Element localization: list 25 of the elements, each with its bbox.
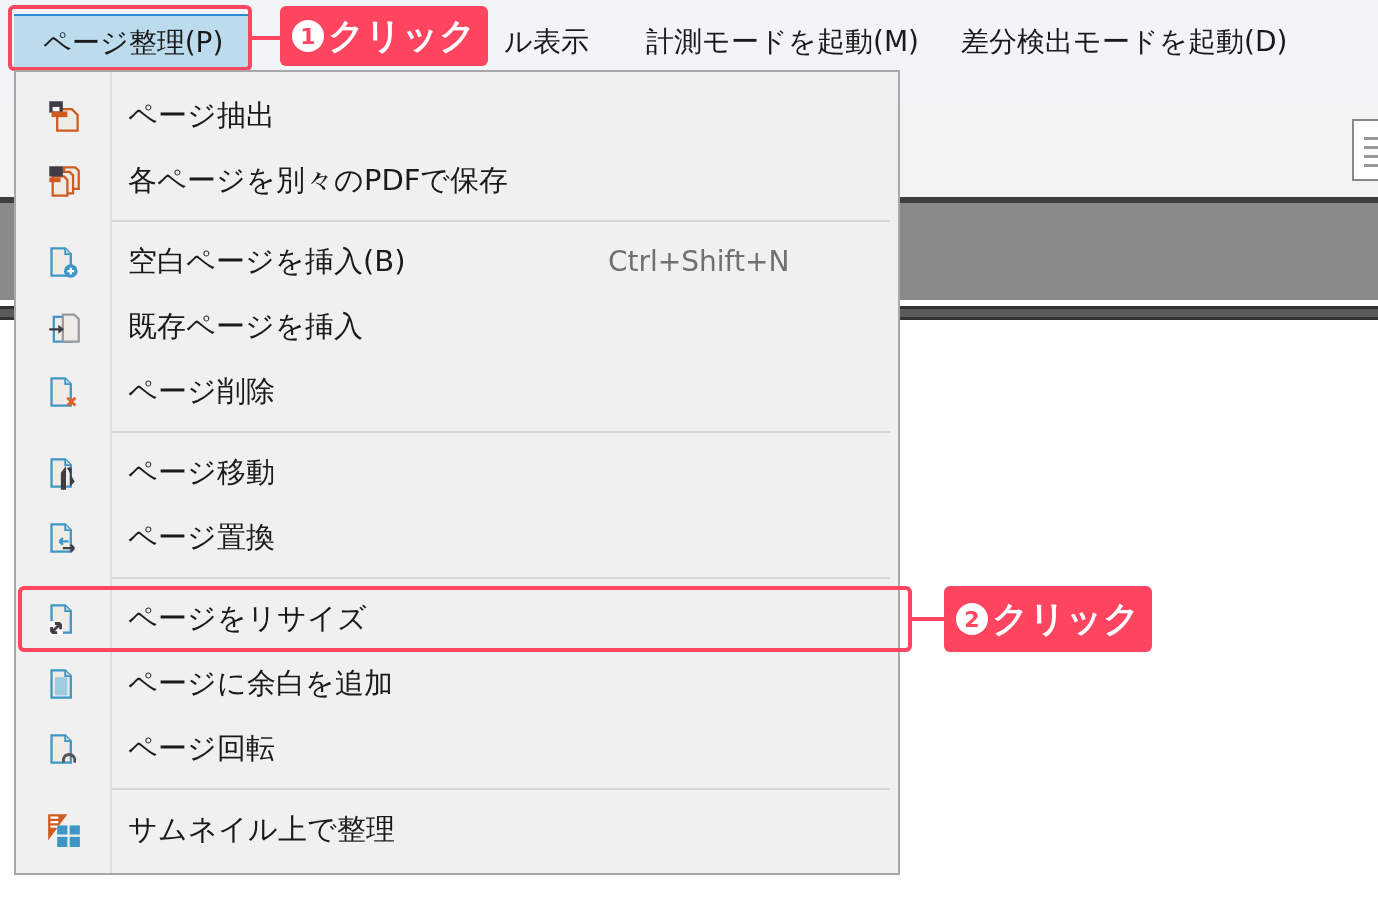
menu-item[interactable]: ページ移動 xyxy=(16,440,898,505)
step-number-badge: 2 xyxy=(956,603,988,635)
menu-bar-item[interactable]: 差分検出モードを起動(D) xyxy=(961,14,1288,70)
menu-item[interactable]: ページ抽出 xyxy=(16,83,898,148)
menu-item[interactable]: ページ回転 xyxy=(16,716,898,781)
menu-item[interactable]: 既存ページを挿入 xyxy=(16,294,898,359)
menu-bar-item[interactable]: 計測モードを起動(M) xyxy=(646,14,919,70)
menu-bar-item[interactable]: ページ整理(P) xyxy=(14,14,252,70)
menu-item[interactable]: 空白ページを挿入(B) Ctrl+Shift+N xyxy=(16,229,898,294)
grid-tiles-icon xyxy=(47,812,81,847)
shortcut-label: Ctrl+Shift+N xyxy=(608,243,790,280)
menu-item[interactable]: ページ削除 xyxy=(16,359,898,424)
menu-item[interactable]: サムネイル上で整理 xyxy=(16,797,898,862)
menu-bar-item[interactable]: ル表示 xyxy=(504,14,604,70)
callout-text: クリック xyxy=(328,14,476,58)
menu-item[interactable]: ページ置換 xyxy=(16,505,898,570)
floppy-pages-icon xyxy=(47,163,81,198)
floppy-page-icon xyxy=(47,98,81,133)
page-plus-icon xyxy=(47,244,81,279)
menu-item[interactable]: ページに余白を追加 xyxy=(16,651,898,716)
menu-item[interactable]: 各ページを別々のPDFで保存 xyxy=(16,148,898,213)
callout-text: クリック xyxy=(992,597,1140,641)
menu-item[interactable]: ページをリサイズ xyxy=(16,586,898,651)
list-button[interactable] xyxy=(1352,119,1378,181)
step-number-badge: 1 xyxy=(292,20,324,52)
